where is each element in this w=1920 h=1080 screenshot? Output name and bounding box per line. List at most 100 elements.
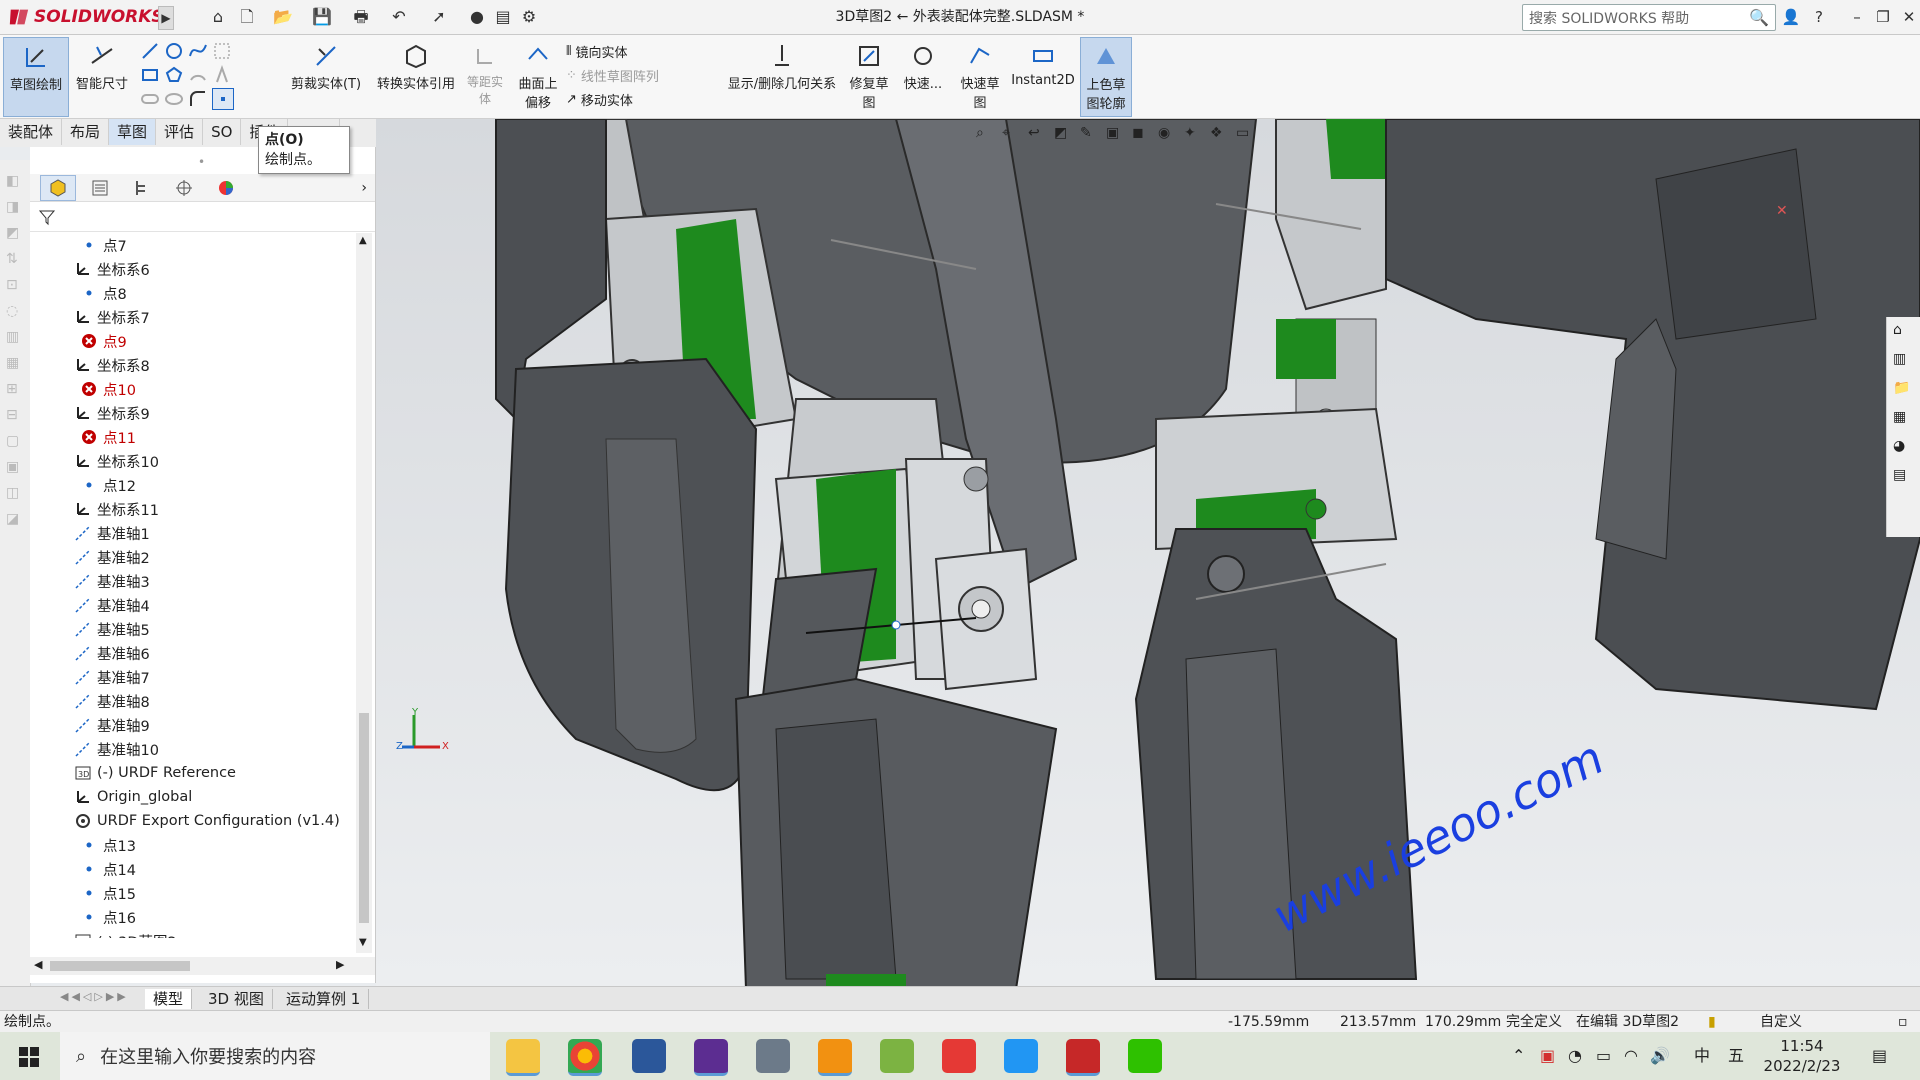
tree-item[interactable]: 3D (-) URDF Reference [30,761,352,785]
notepad-plus-icon[interactable] [880,1039,914,1073]
section-view-icon[interactable]: ◩ [1054,125,1074,145]
scroll-right-icon[interactable]: ▶ [336,958,344,971]
home-icon[interactable]: ⌂ [207,6,229,28]
tray-show-hidden-icon[interactable]: ⌃ [1512,1044,1525,1068]
arc-icon[interactable] [188,65,208,85]
solidworks-logo[interactable]: SOLIDWORKS [8,5,164,29]
minimize-button[interactable]: – [1846,6,1868,28]
tree-vertical-scrollbar[interactable]: ▲ ▼ [356,233,372,953]
move-entities-button[interactable]: ↗ 移动实体 [566,87,716,111]
options-gear-icon[interactable]: ⚙ [518,6,540,28]
rapid-sketch-button[interactable]: 快速草图 [956,37,1004,115]
rebuild-status-icon[interactable]: ▮ [1708,1012,1716,1032]
chrome-icon[interactable] [568,1039,602,1076]
view-orientation-icon[interactable]: ▣ [1106,125,1126,145]
strip-icon[interactable]: ▣ [6,454,24,480]
tab-assembly[interactable]: 装配体 [0,119,63,145]
tab-navigation-arrows[interactable]: ◀◀◁▷▶▶ [60,990,129,1003]
battery-icon[interactable]: ▭ [1596,1044,1611,1068]
filter-icon[interactable] [38,208,60,228]
view-settings-icon[interactable]: ▭ [1236,125,1256,145]
strip-icon[interactable]: ⊡ [6,272,24,298]
strip-icon[interactable]: ⊞ [6,376,24,402]
scroll-thumb[interactable] [359,713,369,923]
configurationmanager-tab[interactable] [124,175,160,201]
tree-item[interactable]: 基准轴3 [30,569,352,593]
tree-item[interactable]: 坐标系8 [30,353,352,377]
tab-sketch[interactable]: 草图 [109,119,157,145]
network-icon[interactable]: ◠ [1624,1044,1638,1068]
tab-layout[interactable]: 布局 [62,119,110,145]
tab-evaluate[interactable]: 评估 [156,119,204,145]
strip-icon[interactable]: ▢ [6,428,24,454]
file-properties-icon[interactable]: ▤ [492,6,514,28]
tree-item[interactable]: Origin_global [30,785,352,809]
tree-item[interactable]: 点10 [30,377,352,401]
convert-entities-button[interactable]: 转换实体引用 [370,37,462,115]
wechat-icon[interactable] [1128,1039,1162,1073]
strip-icon[interactable]: ▦ [6,350,24,376]
strip-icon[interactable]: ◌ [6,298,24,324]
offset-entities-button[interactable]: 等距实体 [464,37,506,115]
calculator-icon[interactable] [756,1039,790,1073]
spline-icon[interactable] [188,41,208,61]
propertymanager-tab[interactable] [82,175,118,201]
notifications-icon[interactable]: ▤ [1872,1044,1887,1068]
tree-item[interactable]: 基准轴6 [30,641,352,665]
quick-snaps-button[interactable]: 快速... [900,37,946,115]
feishu-doc-icon[interactable] [1004,1039,1038,1073]
restore-button[interactable]: ❐ [1872,6,1894,28]
shaded-sketch-contours-button[interactable]: 上色草图轮廓 [1080,37,1132,117]
sketch-picture-icon[interactable] [212,41,232,61]
tree-item[interactable]: 基准轴9 [30,713,352,737]
tree-item[interactable]: 点8 [30,281,352,305]
tree-item[interactable]: 基准轴10 [30,737,352,761]
tree-item[interactable]: 坐标系6 [30,257,352,281]
tabs-scroll-right-icon[interactable]: › [361,180,367,196]
tree-item[interactable]: 基准轴7 [30,665,352,689]
strip-icon[interactable]: ◨ [6,194,24,220]
file-explorer-icon[interactable] [506,1039,540,1076]
menu-expand-arrow[interactable]: ▶ [158,6,174,30]
tree-item[interactable]: 坐标系7 [30,305,352,329]
media-player-icon[interactable] [694,1039,728,1076]
tree-item[interactable]: 点14 [30,857,352,881]
confirmation-corner-icon[interactable]: ✕ [1776,203,1788,219]
ime-language[interactable]: 中 [1694,1044,1710,1068]
new-document-icon[interactable]: 🗋 [236,6,258,28]
tray-qq-icon[interactable]: ◔ [1568,1044,1582,1068]
solidworks-taskbar-icon[interactable] [1066,1039,1100,1076]
solidworks-resources-icon[interactable]: ⌂ [1893,322,1917,346]
apply-scene-icon[interactable]: ❖ [1210,125,1230,145]
display-delete-relations-button[interactable]: 显示/删除几何关系 [720,37,844,115]
graphics-area[interactable]: ⌕ ⌖ ↩ ◩ ✎ ▣ ◼ ◉ ✦ ❖ ▭ ✕ Y X Z www.ieeoo.… [376,119,1920,989]
sublime-text-icon[interactable] [818,1039,852,1076]
mirror-entities-button[interactable]: ⫴ 镜向实体 [566,39,716,63]
scroll-left-icon[interactable]: ◀ [34,958,42,971]
tab-so[interactable]: SO [203,119,242,145]
tree-filter[interactable] [30,205,375,232]
instant2d-button[interactable]: Instant2D [1010,37,1076,115]
strip-icon[interactable]: ◫ [6,480,24,506]
dynamic-annotation-icon[interactable]: ✎ [1080,125,1100,145]
help-search-box[interactable]: 搜索 SOLIDWORKS 帮助 🔍 [1522,4,1776,31]
strip-icon[interactable]: ⊟ [6,402,24,428]
help-icon[interactable]: ? [1808,6,1830,28]
close-button[interactable]: ✕ [1898,6,1920,28]
zoom-to-fit-icon[interactable]: ⌕ [976,125,996,145]
tree-item[interactable]: 点16 [30,905,352,929]
tree-horizontal-scrollbar[interactable]: ◀ ▶ [30,957,375,975]
user-icon[interactable]: 👤 [1780,6,1802,28]
taskbar-clock[interactable]: 11:54 2022/2/23 [1762,1036,1842,1076]
tree-item[interactable]: 点11 [30,425,352,449]
sketch-button[interactable]: 草图绘制 [3,37,69,117]
slot-icon[interactable] [140,89,160,109]
view-palette-icon[interactable]: ▦ [1893,409,1917,433]
help-search-input[interactable]: 搜索 SOLIDWORKS 帮助 [1523,8,1749,28]
previous-view-icon[interactable]: ↩ [1028,125,1048,145]
rebuild-icon[interactable]: ● [466,6,488,28]
taskbar-search-input[interactable]: 在这里输入你要搜索的内容 [100,1043,316,1069]
undo-icon[interactable]: ↶ [388,6,410,28]
print-icon[interactable]: 🖶 [350,6,372,28]
design-library-icon[interactable]: ▥ [1893,351,1917,375]
